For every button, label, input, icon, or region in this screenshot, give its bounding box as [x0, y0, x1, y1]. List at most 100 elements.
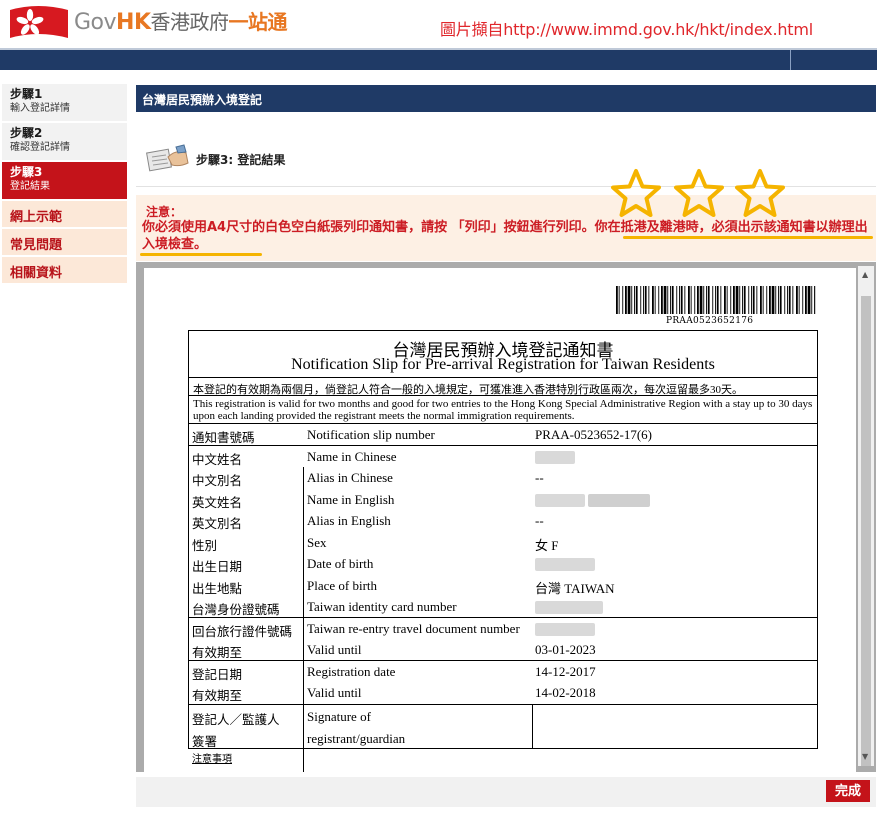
- barcode-number: PRAA0523652176: [666, 316, 754, 326]
- field-label-en: Alias in Chinese: [307, 470, 393, 485]
- field-label-zh: 英文別名: [192, 517, 243, 531]
- field-label-en: Sex: [307, 534, 327, 550]
- field-label-en: Alias in English: [307, 513, 391, 528]
- field-value: 03-01-2023: [535, 642, 596, 657]
- scroll-up-icon[interactable]: ▲: [862, 270, 868, 279]
- highlight-underline: [623, 236, 873, 239]
- field-value: 14-02-2018: [535, 685, 596, 700]
- done-button[interactable]: 完成: [826, 780, 870, 802]
- slip-number-row: 通知書號碼 Notification slip number PRAA-0523…: [189, 424, 817, 446]
- field-value: PRAA-0523652-17(6): [535, 427, 652, 442]
- step-title: 步驟1: [10, 87, 43, 101]
- sidebar: 步驟1 輸入登記詳情 步驟2 確認登記詳情 步驟3 登記結果 網上示範 常見問題…: [2, 84, 127, 285]
- top-nav-bar: [0, 48, 877, 70]
- star-icon: [735, 169, 785, 217]
- step-heading: 步驟3: 登記結果: [196, 153, 286, 167]
- redacted-value: [535, 449, 575, 468]
- step-title: 步驟3: [10, 165, 43, 179]
- logo-hk: HK: [116, 10, 151, 35]
- validity-note-en: This registration is valid for two month…: [189, 396, 817, 424]
- field-label-zh: 有效期至: [192, 689, 243, 703]
- table-row: 出生日期 Date of birth: [189, 553, 817, 575]
- field-label-en: Place of birth: [307, 577, 378, 593]
- redacted-value: [535, 556, 595, 575]
- step-subtitle: 確認登記詳情: [10, 142, 70, 153]
- scroll-down-icon[interactable]: ▼: [862, 752, 868, 761]
- field-label-en: Date of birth: [307, 556, 374, 571]
- redacted-value: [535, 599, 603, 618]
- site-header: GovHK香港政府一站通 圖片擷自http://www.immd.gov.hk/…: [0, 0, 877, 48]
- field-value: 14-12-2017: [535, 663, 596, 679]
- field-label-en: Name in English: [307, 491, 395, 507]
- validity-note-zh: 本登記的有效期為兩個月，倘登記人符合一般的入境規定，可獲准進入香港特別行政區兩次…: [189, 378, 817, 396]
- table-row: 出生地點 Place of birth 台灣 TAIWAN: [189, 575, 817, 597]
- table-row: 台灣身份證號碼 Taiwan identity card number: [189, 596, 817, 618]
- column-divider: [303, 467, 304, 772]
- document-scrollbar[interactable]: ▲ ▼: [858, 266, 874, 766]
- table-row: 有效期至 Valid until 03-01-2023: [189, 639, 817, 661]
- table-row: 英文姓名 Name in English: [189, 489, 817, 511]
- logo-gov: Gov: [74, 10, 117, 35]
- sidebar-link-faq[interactable]: 常見問題: [2, 229, 127, 257]
- page-title-bar: 台灣居民預辦入境登記: [136, 85, 876, 112]
- footer-bar: [136, 777, 876, 807]
- field-value: 台灣 TAIWAN: [535, 580, 615, 596]
- table-row: 中文別名 Alias in Chinese --: [189, 467, 817, 489]
- signature-label-en: Signature of: [307, 708, 371, 724]
- signature-row: 登記人／監護人 簽署 Signature of registrant/guard…: [189, 703, 817, 749]
- field-label-zh: 中文別名: [192, 474, 243, 488]
- document-hand-icon: [146, 144, 189, 172]
- barcode: [616, 286, 816, 314]
- travel-doc-section: 回台旅行證件號碼 Taiwan re-entry travel document…: [189, 618, 817, 661]
- star-icon: [611, 169, 661, 217]
- table-row: 有效期至 Valid until 14-02-2018: [189, 682, 817, 704]
- sidebar-step-3-active: 步驟3 登記結果: [2, 162, 127, 201]
- field-label-zh: 有效期至: [192, 646, 243, 660]
- slip-title-zh: 台灣居民預辦入境登記通知書: [392, 341, 614, 360]
- signature-label-zh-2: 簽署: [192, 734, 218, 749]
- step-subtitle: 登記結果: [10, 181, 50, 192]
- document-preview-frame: PRAA0523652176 台灣居民預辦入境登記通知書 Notificatio…: [136, 262, 876, 772]
- notes-link[interactable]: 注意事項: [192, 750, 232, 765]
- registration-section: 登記日期 Registration date 14-12-2017 有效期至 V…: [189, 661, 817, 704]
- signature-label-zh: 登記人／監護人: [192, 712, 280, 727]
- signature-box-divider: [532, 704, 533, 749]
- table-row: 回台旅行證件號碼 Taiwan re-entry travel document…: [189, 618, 817, 640]
- sidebar-step-2: 步驟2 確認登記詳情: [2, 123, 127, 162]
- field-label-zh: 通知書號碼: [192, 431, 255, 445]
- field-label-en: Registration date: [307, 663, 396, 679]
- field-label-en: Name in Chinese: [307, 448, 397, 464]
- field-label-en: Valid until: [307, 642, 362, 657]
- table-row: 性別 Sex 女 F: [189, 532, 817, 554]
- step-title: 步驟2: [10, 126, 43, 140]
- step-subtitle: 輸入登記詳情: [10, 103, 70, 114]
- notice-title: 注意：: [146, 205, 183, 219]
- slip-title-en: Notification Slip for Pre-arrival Regist…: [189, 356, 817, 378]
- table-row: 英文別名 Alias in English --: [189, 510, 817, 532]
- signature-label-en-2: registrant/guardian: [307, 730, 406, 746]
- notification-slip: 台灣居民預辦入境登記通知書 Notification Slip for Pre-…: [188, 330, 818, 772]
- nav-separator: [790, 50, 791, 70]
- field-label-en: Valid until: [307, 685, 362, 700]
- star-icon: [674, 169, 724, 217]
- field-value: --: [535, 513, 544, 528]
- govhk-logo[interactable]: GovHK香港政府一站通: [74, 6, 287, 35]
- sidebar-link-online-demo[interactable]: 網上示範: [2, 201, 127, 229]
- personal-section: 中文姓名 Name in Chinese 中文別名 Alias in Chine…: [189, 446, 817, 618]
- notification-slip-page[interactable]: PRAA0523652176 台灣居民預辦入境登記通知書 Notificatio…: [144, 268, 856, 772]
- field-label-en: Taiwan identity card number: [307, 599, 457, 614]
- sidebar-link-related-info[interactable]: 相關資料: [2, 257, 127, 285]
- source-note: 圖片擷自http://www.immd.gov.hk/hkt/index.htm…: [440, 20, 813, 39]
- field-label-en: Taiwan re-entry travel document number: [307, 620, 520, 636]
- hk-flag-icon[interactable]: [8, 4, 70, 42]
- field-label-zh: 出生地點: [192, 581, 243, 596]
- field-value: --: [535, 470, 544, 485]
- table-row: 登記日期 Registration date 14-12-2017: [189, 661, 817, 683]
- highlight-underline: [140, 253, 262, 256]
- logo-zh2: 一站通: [228, 10, 288, 34]
- scrollbar-thumb[interactable]: [861, 296, 871, 766]
- field-label-zh: 中文姓名: [192, 452, 243, 467]
- logo-zh: 香港政府: [150, 10, 230, 34]
- field-label-zh: 台灣身份證號碼: [192, 603, 280, 617]
- field-label-zh: 出生日期: [192, 560, 243, 574]
